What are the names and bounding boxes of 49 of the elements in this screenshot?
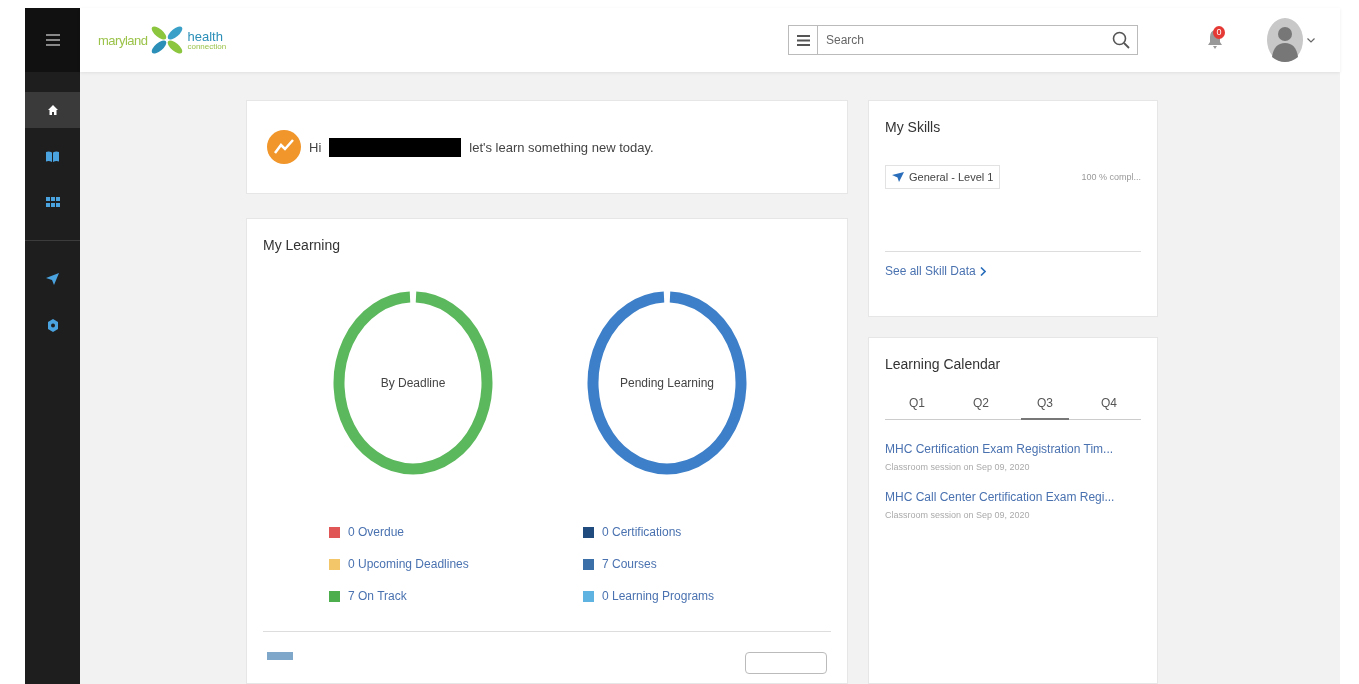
card-title: My Learning [263,237,342,253]
logo-text: connection [187,42,227,51]
greeting-text: Hi [309,139,322,155]
menu-button[interactable] [25,8,80,72]
course-icon [267,652,293,660]
book-icon [46,150,59,162]
caret-icon [1307,37,1315,43]
home-icon [46,104,59,116]
list-button[interactable] [788,25,818,55]
donut-label: Pending Learning [619,376,715,390]
avatar-icon [1266,17,1304,63]
event-link[interactable]: MHC Call Center Certification Exam Regi... [885,490,1141,504]
notification-button[interactable]: 0 [1204,28,1226,52]
logo[interactable]: maryland health connection [98,24,788,56]
notification-count: 0 [1213,26,1225,39]
quarter-tab[interactable]: Q1 [893,388,941,420]
see-all-link[interactable]: See all Skill Data [885,264,1141,278]
badge-icon [47,318,58,332]
sidebar-item[interactable] [25,92,80,128]
paper-plane-icon [46,273,59,285]
welcome-message: let's learn something new today. [469,139,654,155]
legend-link[interactable]: 0 Learning Programs [602,589,715,603]
menu-icon [45,34,60,46]
legend-link[interactable]: 0 Certifications [602,525,682,539]
quarter-tab[interactable]: Q2 [957,388,1005,420]
search-field[interactable]: Search [818,25,1138,55]
event-detail: Classroom session on Sep 09, 2020 [885,510,1031,520]
donut-label: By Deadline [380,376,446,390]
list-icon [796,34,810,46]
search-icon[interactable] [1112,31,1130,49]
legend-link[interactable]: 0 Overdue [348,525,405,539]
quarter-tab[interactable]: Q3 [1021,388,1069,420]
skill-chip[interactable]: General - Level 1 [885,165,1001,189]
trend-icon [267,130,301,164]
event-link[interactable]: MHC Certification Exam Registration Tim... [885,442,1141,456]
logo-text: maryland [98,32,148,48]
quarter-tab[interactable]: Q4 [1085,388,1133,420]
legend-link[interactable]: 7 Courses [602,557,657,571]
user-menu[interactable] [1266,17,1315,63]
card-title: My Skills [885,119,942,135]
paper-plane-icon [892,172,904,182]
card-title: Learning Calendar [885,356,1002,372]
chevron-icon [979,266,986,276]
legend-link[interactable]: 7 On Track [348,589,407,603]
legend-link[interactable]: 0 Upcoming Deadlines [348,557,469,571]
grid-icon [45,197,60,207]
logo-text: health [187,29,224,43]
skill-name: General - Level 1 [909,171,994,183]
event-detail: Classroom session on Sep 09, 2020 [885,462,1031,472]
